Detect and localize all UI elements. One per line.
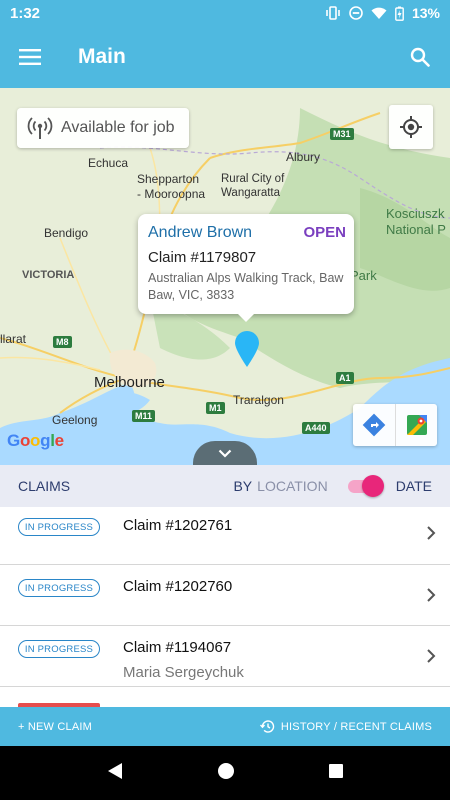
recents-icon [329,763,343,778]
map-label-victoria: VICTORIA [22,269,75,281]
sort-toggle[interactable] [347,475,384,497]
status-bar: 1:32 13% [0,0,450,26]
status-badge: IN PROGRESS [18,518,100,536]
open-in-maps-button[interactable] [395,404,437,446]
history-label: HISTORY / RECENT CLAIMS [280,720,432,733]
claim-title: Claim #1202761 [123,517,233,534]
menu-icon [19,49,41,65]
road-shield: M31 [330,128,354,140]
menu-button[interactable] [0,26,60,88]
home-icon [218,762,234,779]
map-toolbar [353,404,437,446]
chevron-right-icon [427,526,436,540]
availability-toggle[interactable]: Available for job [17,108,189,148]
status-icons: 13% [325,5,440,21]
back-icon [108,762,122,779]
status-badge: IN PROGRESS [18,579,100,597]
bottom-action-bar: + NEW CLAIM HISTORY / RECENT CLAIMS [0,707,450,746]
road-shield: M1 [206,402,225,414]
google-maps-icon [406,415,427,435]
map-label-traralgon: Traralgon [233,393,284,407]
sort-location-option[interactable]: LOCATION [257,478,328,494]
map-label-wangaratta: Rural City of Wangaratta [221,173,285,199]
map-label-bendigo: Bendigo [44,226,89,240]
battery-percent: 13% [411,5,440,21]
map-label-park: Park [350,268,377,283]
claims-header: CLAIMS BY LOCATION DATE [0,465,450,507]
history-icon [259,720,275,733]
collapse-map-handle[interactable] [193,441,257,465]
page-title: Main [78,45,126,68]
info-status-badge: OPEN [303,224,346,241]
availability-label: Available for job [61,119,175,136]
map-label-allarat: llarat [0,332,27,346]
history-button[interactable]: HISTORY / RECENT CLAIMS [259,719,432,734]
sort-toggle-knob [361,475,384,497]
claim-info-window[interactable]: Andrew Brown OPEN Claim #1179807 Austral… [138,214,354,322]
map-label-echuca: Echuca [88,156,129,170]
directions-button[interactable] [353,404,395,446]
claims-title: CLAIMS [18,478,71,494]
claim-row[interactable]: IN PROGRESS Claim #1202760 [0,565,450,626]
chevron-right-icon [427,649,436,663]
claim-row[interactable]: IN PROGRESS Claim #1194067 Maria Sergeyc… [0,626,450,687]
road-shield: M11 [132,410,156,422]
search-icon [410,47,430,67]
road-shield: A440 [302,422,330,434]
do-not-disturb-icon [349,6,363,20]
map-label-geelong: Geelong [52,413,98,427]
info-address: Australian Alps Walking Track, Baw Baw, … [148,271,344,302]
home-button[interactable] [216,761,236,786]
map-label-melbourne: Melbourne [94,374,165,391]
back-button[interactable] [106,762,124,785]
road-shield: M8 [53,336,72,348]
map-label-albury: Albury [286,150,321,164]
sort-by-label: BY [233,478,253,494]
new-claim-button[interactable]: + NEW CLAIM [18,721,92,733]
app-bar: Main [0,26,450,88]
claims-list: IN PROGRESS Claim #1202761 IN PROGRESS C… [0,507,450,707]
vibrate-icon [325,6,341,20]
claim-row[interactable]: IN PROGRESS Claim #1202761 [0,507,450,565]
directions-icon [362,413,386,437]
map-label-kosciuszko: Kosciuszk National P [386,206,446,237]
claim-title: Claim #1194067 [123,639,232,656]
map-pin-icon[interactable] [234,330,260,368]
battery-charging-icon [395,6,404,21]
map-view[interactable]: Echuca Shepparton - Mooroopna Bendigo VI… [0,88,450,465]
info-claim-number: Claim #1179807 [148,249,257,266]
chevron-down-icon [218,449,232,458]
my-location-button[interactable] [389,105,433,149]
google-logo: Google [7,431,64,450]
claim-title: Claim #1202760 [123,578,233,595]
status-time: 1:32 [10,4,41,22]
claim-customer-name: Maria Sergeychuk [123,664,244,681]
recents-button[interactable] [328,763,344,784]
status-badge: IN PROGRESS [18,640,100,658]
road-shield: A1 [336,372,354,384]
broadcast-icon [27,117,53,139]
wifi-icon [371,7,387,20]
sort-date-option[interactable]: DATE [396,478,432,494]
system-nav-bar [0,746,450,800]
search-button[interactable] [390,26,450,88]
crosshair-icon [400,116,422,138]
chevron-right-icon [427,588,436,602]
